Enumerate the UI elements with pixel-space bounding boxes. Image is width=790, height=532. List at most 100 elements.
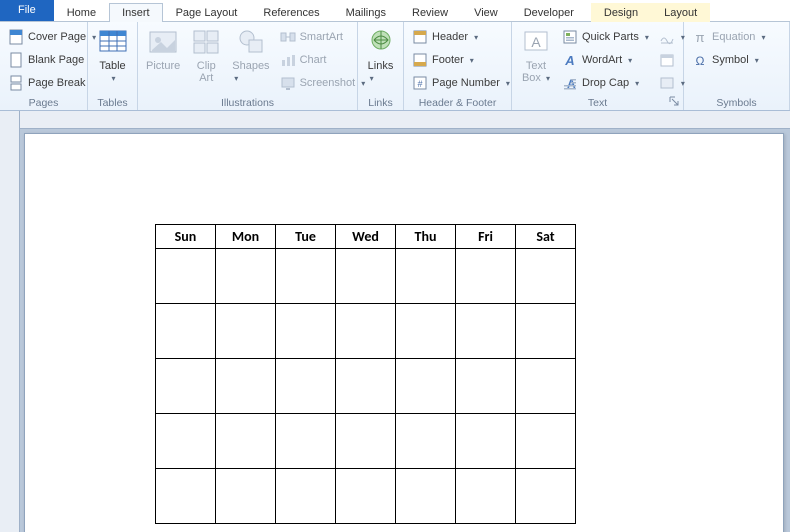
- symbol-button[interactable]: Ω Symbol▾: [688, 49, 769, 71]
- tab-review[interactable]: Review: [399, 3, 461, 22]
- tab-layout[interactable]: Layout: [651, 3, 710, 22]
- calendar-cell[interactable]: [456, 304, 516, 359]
- calendar-header-cell[interactable]: Tue: [276, 225, 336, 249]
- shapes-icon: [235, 26, 267, 58]
- calendar-cell[interactable]: [216, 414, 276, 469]
- equation-label: Equation: [712, 31, 755, 43]
- tab-file[interactable]: File: [0, 0, 54, 21]
- page-break-label: Page Break: [28, 77, 85, 89]
- tab-insert[interactable]: Insert: [109, 3, 163, 22]
- group-header-footer: Header▾ Footer▾ # Page Number▾ Header & …: [404, 22, 512, 110]
- clipart-icon: [190, 26, 222, 58]
- calendar-cell[interactable]: [516, 249, 576, 304]
- textbox-icon: A: [520, 26, 552, 58]
- calendar-header-cell[interactable]: Mon: [216, 225, 276, 249]
- chevron-down-icon: ▾: [474, 33, 478, 42]
- calendar-cell[interactable]: [216, 304, 276, 359]
- calendar-cell[interactable]: [396, 304, 456, 359]
- chevron-down-icon: ▾: [635, 79, 639, 88]
- page-break-button[interactable]: Page Break: [4, 72, 100, 94]
- calendar-cell[interactable]: [516, 469, 576, 524]
- calendar-table[interactable]: SunMonTueWedThuFriSat: [155, 224, 576, 524]
- calendar-cell[interactable]: [216, 359, 276, 414]
- page-number-button[interactable]: # Page Number▾: [408, 72, 514, 94]
- textbox-button[interactable]: A Text Box ▾: [516, 24, 556, 95]
- calendar-cell[interactable]: [336, 414, 396, 469]
- equation-button[interactable]: π Equation▾: [688, 26, 769, 48]
- calendar-cell[interactable]: [456, 469, 516, 524]
- horizontal-ruler[interactable]: [20, 111, 790, 129]
- calendar-cell[interactable]: [456, 414, 516, 469]
- header-button[interactable]: Header▾: [408, 26, 514, 48]
- picture-label: Picture: [146, 60, 180, 72]
- footer-button[interactable]: Footer▾: [408, 49, 514, 71]
- calendar-cell[interactable]: [396, 359, 456, 414]
- calendar-cell[interactable]: [216, 469, 276, 524]
- screenshot-button[interactable]: Screenshot▾: [276, 72, 370, 94]
- calendar-cell[interactable]: [276, 359, 336, 414]
- calendar-cell[interactable]: [336, 469, 396, 524]
- chevron-down-icon: ▾: [370, 74, 374, 83]
- calendar-cell[interactable]: [216, 249, 276, 304]
- calendar-header-cell[interactable]: Fri: [456, 225, 516, 249]
- calendar-cell[interactable]: [276, 249, 336, 304]
- calendar-cell[interactable]: [396, 414, 456, 469]
- calendar-cell[interactable]: [156, 249, 216, 304]
- chevron-down-icon: ▾: [628, 56, 632, 65]
- calendar-cell[interactable]: [276, 414, 336, 469]
- tab-developer[interactable]: Developer: [511, 3, 587, 22]
- tab-file-label: File: [18, 4, 36, 16]
- tab-home[interactable]: Home: [54, 3, 109, 22]
- calendar-cell[interactable]: [276, 469, 336, 524]
- clipart-label: Clip Art: [197, 60, 216, 84]
- chevron-down-icon: ▾: [234, 74, 238, 83]
- equation-icon: π: [692, 29, 708, 45]
- tab-page-layout[interactable]: Page Layout: [163, 3, 251, 22]
- calendar-cell[interactable]: [456, 249, 516, 304]
- calendar-cell[interactable]: [336, 249, 396, 304]
- calendar-cell[interactable]: [516, 304, 576, 359]
- chart-button[interactable]: Chart: [276, 49, 370, 71]
- cover-page-button[interactable]: Cover Page▾: [4, 26, 100, 48]
- tab-mailings[interactable]: Mailings: [333, 3, 399, 22]
- calendar-header-cell[interactable]: Thu: [396, 225, 456, 249]
- calendar-cell[interactable]: [276, 304, 336, 359]
- dropcap-button[interactable]: A Drop Cap▾: [558, 72, 653, 94]
- footer-label: Footer: [432, 54, 464, 66]
- calendar-cell[interactable]: [156, 469, 216, 524]
- group-tables-label: Tables: [92, 95, 133, 110]
- tab-design[interactable]: Design: [591, 3, 651, 22]
- smartart-button[interactable]: SmartArt: [276, 26, 370, 48]
- calendar-cell[interactable]: [156, 414, 216, 469]
- calendar-header-cell[interactable]: Sat: [516, 225, 576, 249]
- calendar-cell[interactable]: [516, 414, 576, 469]
- table-button[interactable]: Table▾: [93, 24, 133, 95]
- calendar-cell[interactable]: [456, 359, 516, 414]
- calendar-cell[interactable]: [156, 304, 216, 359]
- text-dialog-launcher[interactable]: [667, 94, 681, 108]
- calendar-cell[interactable]: [516, 359, 576, 414]
- quickparts-button[interactable]: Quick Parts▾: [558, 26, 653, 48]
- calendar-cell[interactable]: [336, 304, 396, 359]
- calendar-cell[interactable]: [156, 359, 216, 414]
- document-page[interactable]: SunMonTueWedThuFriSat: [24, 133, 784, 532]
- wordart-button[interactable]: A WordArt ▾: [558, 49, 653, 71]
- wordart-label: WordArt: [582, 54, 622, 66]
- blank-page-button[interactable]: Blank Page: [4, 49, 100, 71]
- calendar-cell[interactable]: [396, 469, 456, 524]
- calendar-cell[interactable]: [396, 249, 456, 304]
- workspace: SunMonTueWedThuFriSat: [0, 111, 790, 532]
- tab-view[interactable]: View: [461, 3, 511, 22]
- calendar-header-cell[interactable]: Sun: [156, 225, 216, 249]
- wordart-icon: A: [562, 52, 578, 68]
- shapes-button[interactable]: Shapes ▾: [228, 24, 273, 95]
- picture-button[interactable]: Picture: [142, 24, 184, 95]
- clipart-button[interactable]: Clip Art: [186, 24, 226, 95]
- shapes-label: Shapes: [232, 60, 269, 72]
- calendar-header-cell[interactable]: Wed: [336, 225, 396, 249]
- calendar-cell[interactable]: [336, 359, 396, 414]
- tab-references[interactable]: References: [250, 3, 332, 22]
- cover-page-label: Cover Page: [28, 31, 86, 43]
- links-button[interactable]: Links▾: [361, 24, 401, 95]
- vertical-ruler[interactable]: [0, 111, 20, 532]
